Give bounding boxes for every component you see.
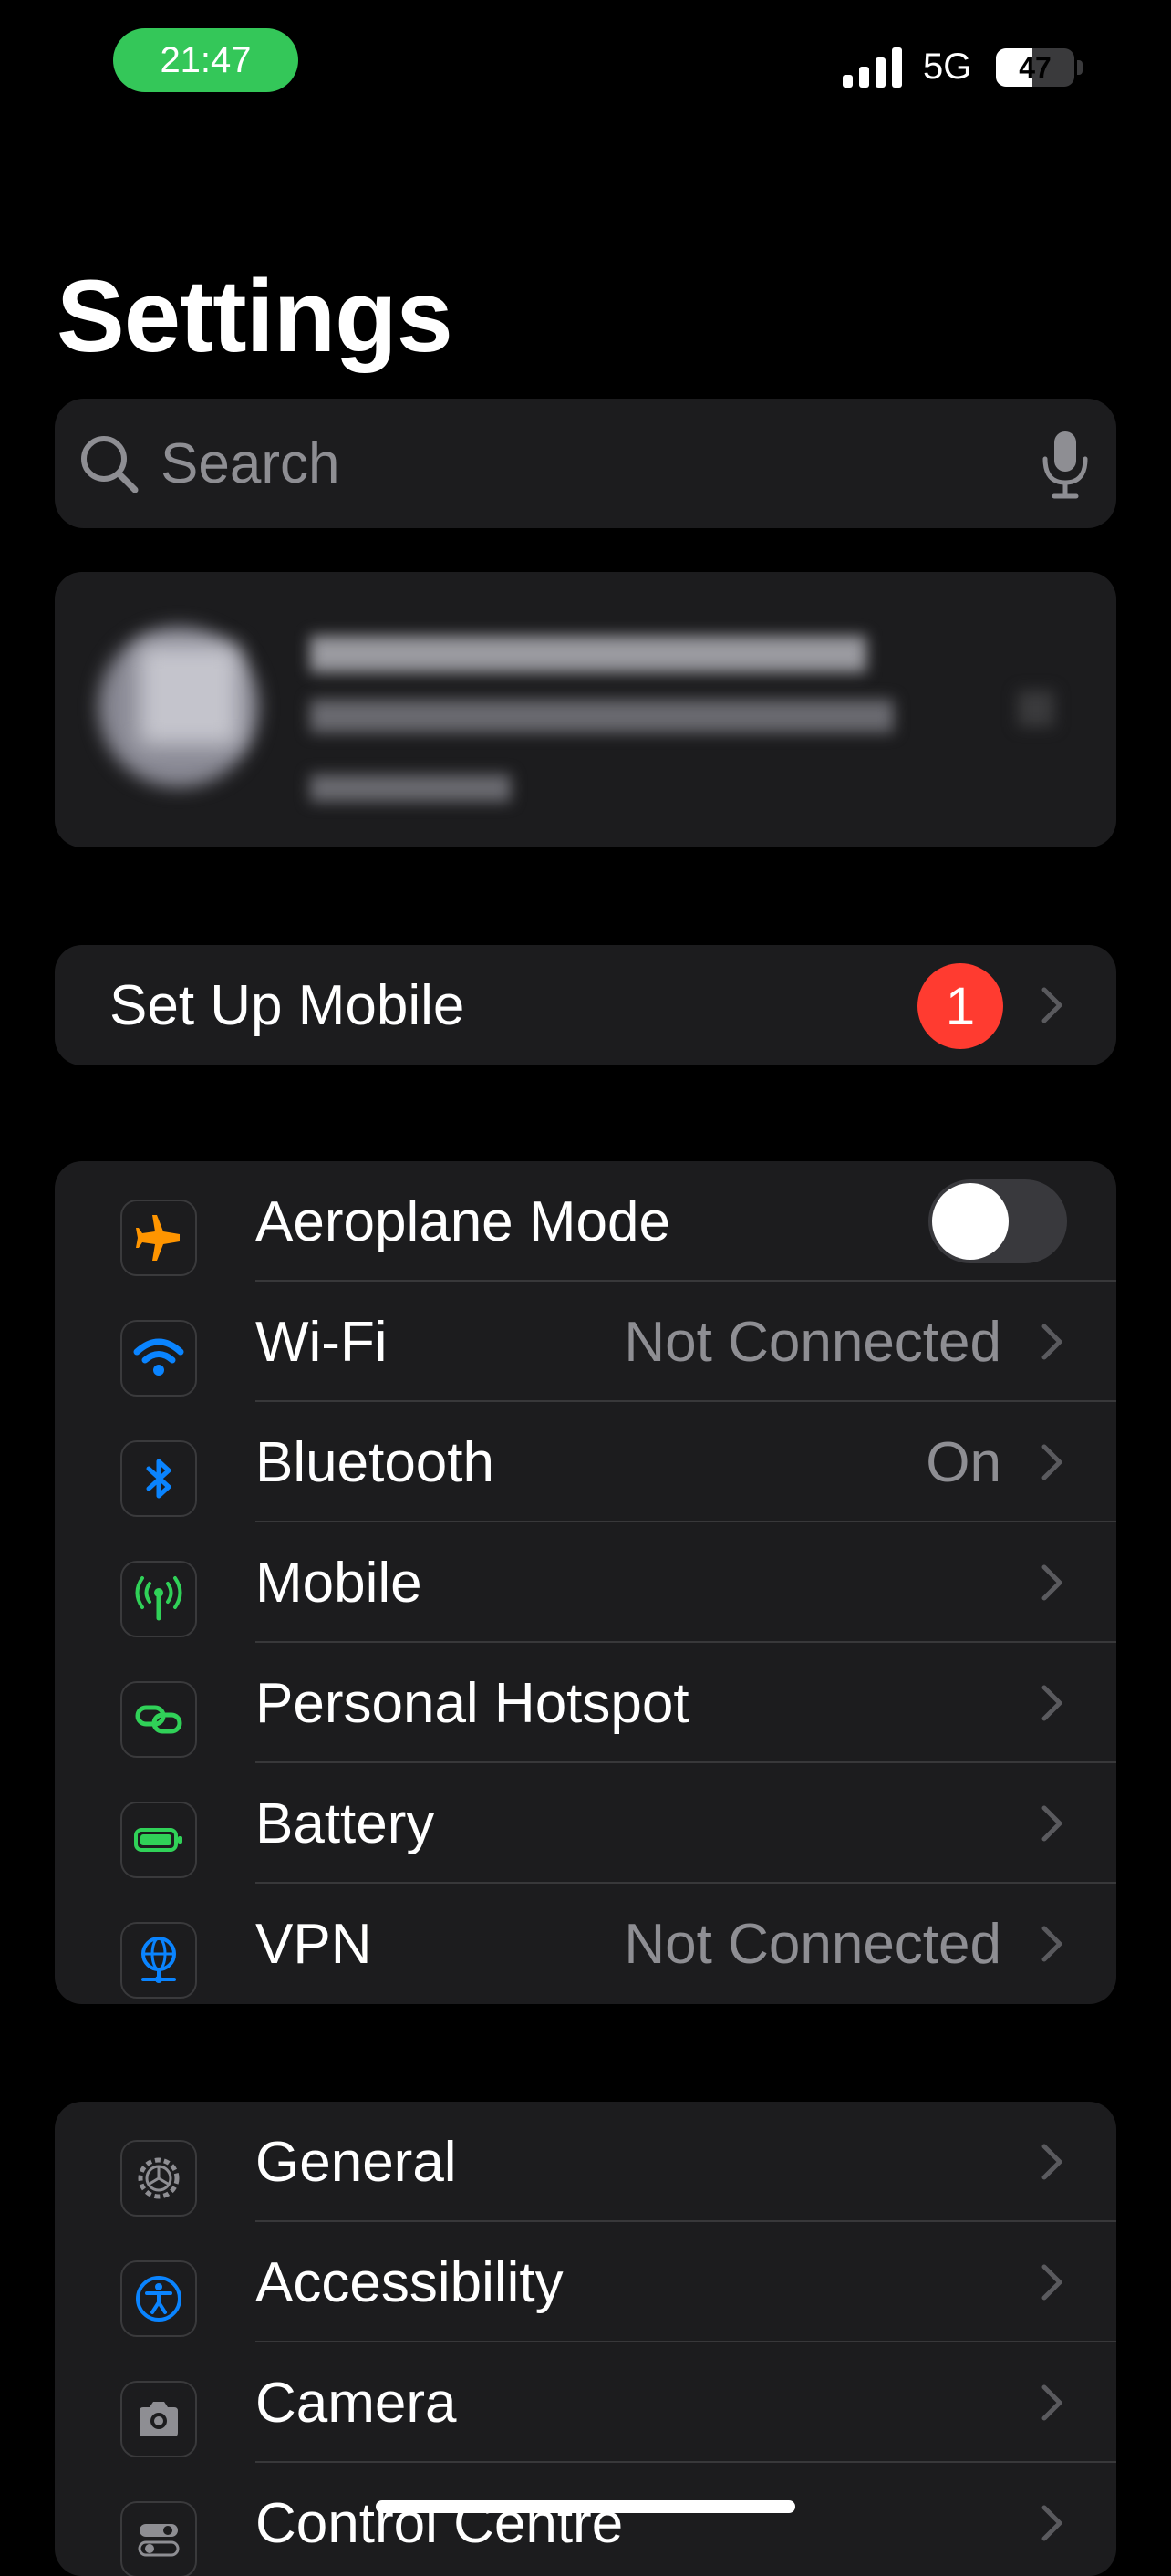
row-label: General — [255, 2130, 457, 2194]
gear-icon — [120, 2140, 197, 2217]
row-label: Bluetooth — [255, 1430, 494, 1494]
status-time[interactable]: 21:47 — [113, 28, 298, 92]
settings-row-camera[interactable]: Camera — [55, 2342, 1116, 2463]
settings-row-bluetooth[interactable]: Bluetooth On — [55, 1402, 1116, 1522]
setup-mobile-row[interactable]: Set Up Mobile 1 — [55, 945, 1116, 1065]
cellular-signal-icon — [843, 47, 902, 88]
settings-row-battery[interactable]: Battery — [55, 1763, 1116, 1884]
chevron-right-icon — [1041, 1805, 1062, 1842]
bluetooth-icon — [120, 1440, 197, 1517]
chevron-right-icon — [1041, 1926, 1062, 1962]
accessibility-icon — [120, 2260, 197, 2337]
row-value: Not Connected — [624, 1310, 1001, 1374]
obscured-name — [310, 636, 866, 672]
obscured-detail-2 — [310, 774, 511, 802]
antenna-icon — [120, 1561, 197, 1637]
chevron-right-icon — [1041, 2505, 1062, 2541]
chevron-right-icon — [1041, 1444, 1062, 1480]
globe-icon — [120, 1922, 197, 1999]
settings-row-aeroplane-mode[interactable]: Aeroplane Mode — [55, 1161, 1116, 1282]
settings-row-mobile[interactable]: Mobile — [55, 1522, 1116, 1643]
setup-mobile-label: Set Up Mobile — [109, 973, 465, 1037]
row-value: Not Connected — [624, 1912, 1001, 1976]
obscured-detail — [310, 700, 894, 732]
chevron-right-icon — [1041, 987, 1062, 1023]
obscured-chevron — [1018, 691, 1054, 727]
aeroplane-mode-toggle[interactable] — [928, 1179, 1067, 1263]
page-title: Settings — [57, 259, 453, 373]
chevron-right-icon — [1041, 2144, 1062, 2180]
row-label: Personal Hotspot — [255, 1671, 689, 1735]
chevron-right-icon — [1041, 1564, 1062, 1601]
row-label: VPN — [255, 1912, 372, 1976]
status-bar: 21:47 5G 47 — [0, 0, 1171, 128]
hotspot-icon — [120, 1681, 197, 1758]
battery-percent: 47 — [1019, 50, 1052, 84]
avatar-highlight — [139, 645, 239, 745]
notification-badge: 1 — [917, 963, 1003, 1049]
chevron-right-icon — [1041, 2264, 1062, 2301]
connectivity-group: Aeroplane Mode Wi-Fi Not Connected Bluet… — [55, 1161, 1116, 2004]
row-label: Mobile — [255, 1551, 422, 1615]
row-label: Accessibility — [255, 2250, 564, 2314]
control-centre-icon — [120, 2501, 197, 2576]
search-icon — [81, 436, 139, 493]
setup-mobile-group: Set Up Mobile 1 — [55, 945, 1116, 1065]
home-indicator[interactable] — [376, 2500, 795, 2513]
toggle-knob — [932, 1183, 1009, 1260]
row-label: Camera — [255, 2371, 457, 2435]
row-label: Aeroplane Mode — [255, 1189, 670, 1253]
search-input[interactable]: Search — [161, 399, 339, 528]
camera-icon — [120, 2381, 197, 2457]
row-value: On — [926, 1430, 1001, 1494]
battery-indicator: 47 — [996, 48, 1083, 87]
chevron-right-icon — [1041, 1324, 1062, 1360]
chevron-right-icon — [1041, 1685, 1062, 1721]
row-label: Wi-Fi — [255, 1310, 388, 1374]
settings-row-accessibility[interactable]: Accessibility — [55, 2222, 1116, 2342]
battery-icon — [120, 1802, 197, 1878]
settings-row-control-centre[interactable]: Control Centre — [55, 2463, 1116, 2576]
network-type: 5G — [923, 47, 972, 87]
battery-cap — [1077, 60, 1083, 75]
chevron-right-icon — [1041, 2384, 1062, 2421]
row-label: Control Centre — [255, 2491, 624, 2555]
settings-row-general[interactable]: General — [55, 2102, 1116, 2222]
microphone-icon[interactable] — [1040, 430, 1091, 499]
settings-row-vpn[interactable]: VPN Not Connected — [55, 1884, 1116, 2004]
apple-account-card[interactable] — [55, 572, 1116, 847]
search-bar[interactable]: Search — [55, 399, 1116, 528]
wifi-icon — [120, 1320, 197, 1397]
settings-row-personal-hotspot[interactable]: Personal Hotspot — [55, 1643, 1116, 1763]
settings-row-wifi[interactable]: Wi-Fi Not Connected — [55, 1282, 1116, 1402]
airplane-icon — [120, 1200, 197, 1276]
row-label: Battery — [255, 1792, 435, 1855]
